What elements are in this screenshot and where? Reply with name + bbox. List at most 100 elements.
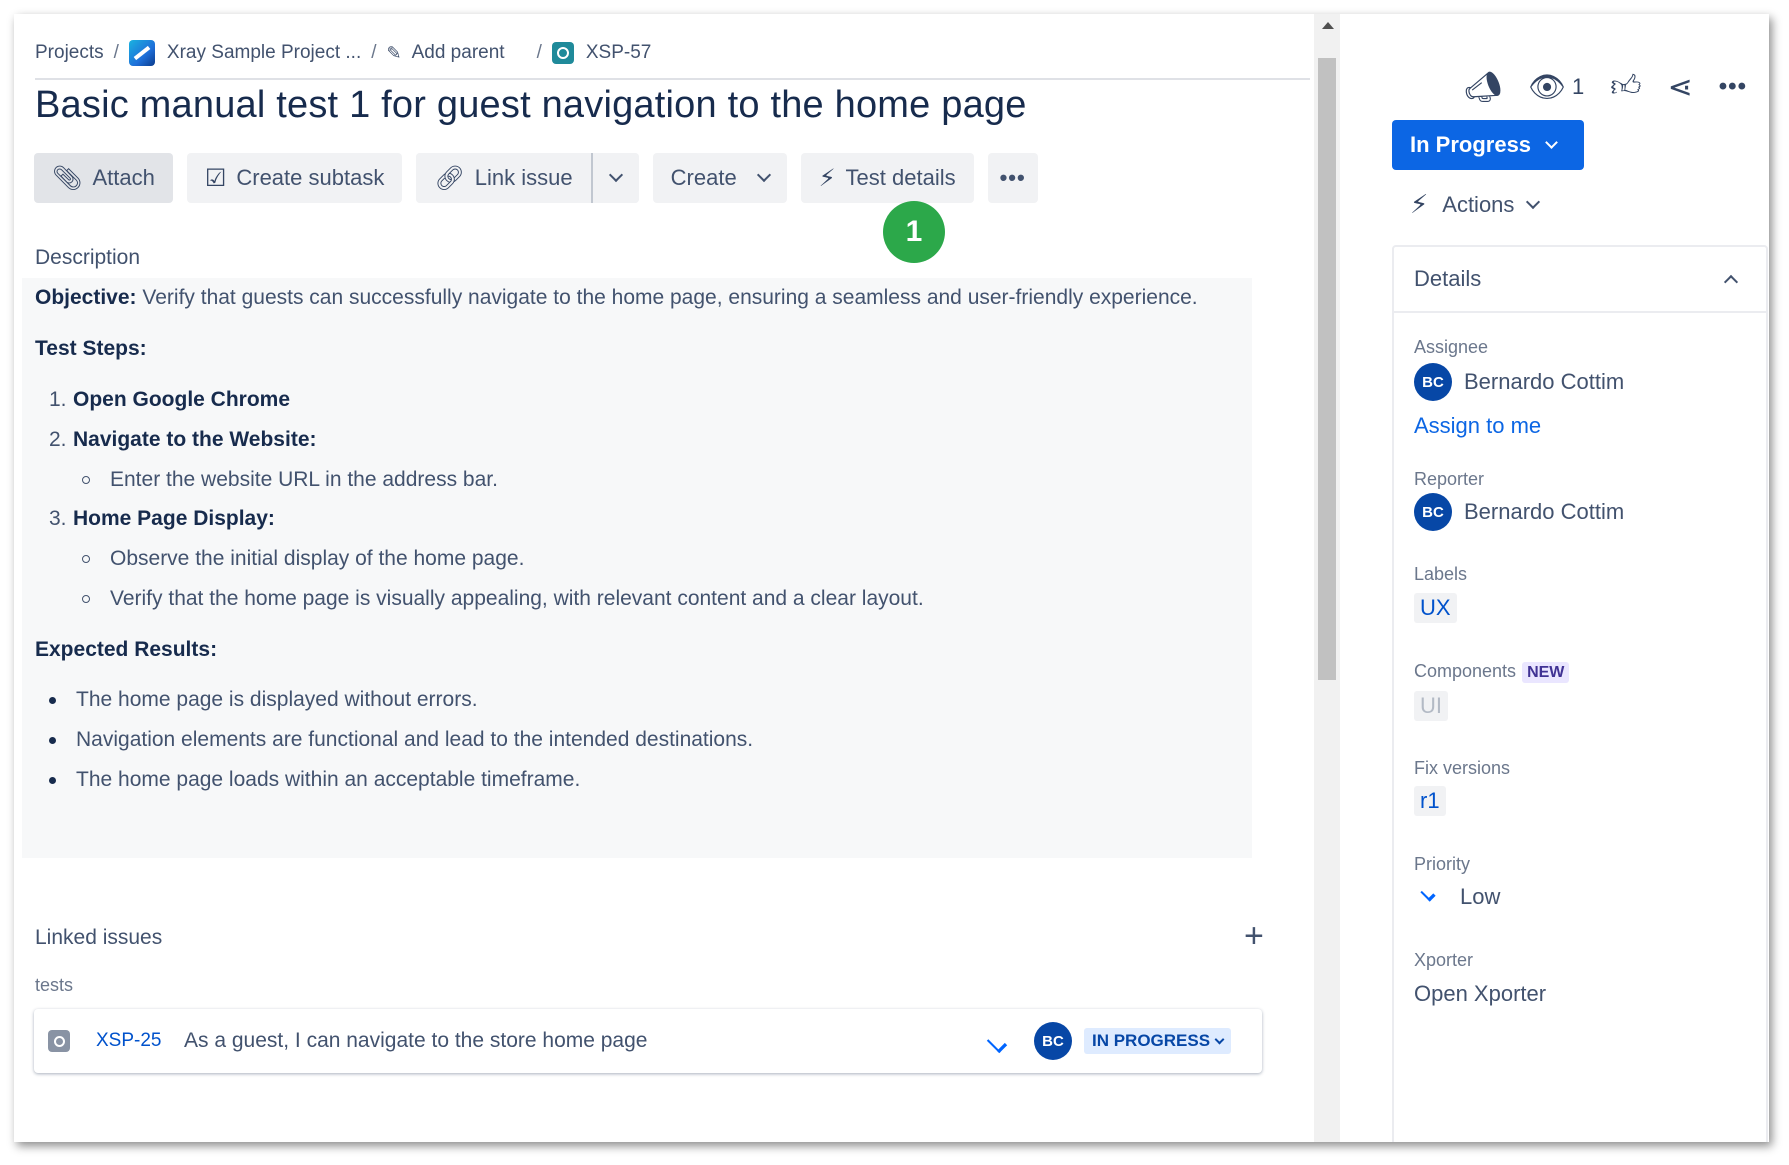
step-text: Home Page Display: [73, 507, 275, 530]
fix-version-tag[interactable]: r1 [1414, 786, 1446, 816]
assignee-field[interactable]: BC Bernardo Cottim [1414, 363, 1624, 401]
link-relation-label: tests [35, 975, 74, 995]
linked-issue-summary[interactable]: As a guest, I can navigate to the store … [184, 1029, 647, 1053]
add-parent-link[interactable]: Add parent [412, 42, 505, 64]
bullet-disc-icon [49, 776, 56, 784]
more-dots-icon[interactable]: ••• [1719, 73, 1747, 101]
watch-count: 1 [1572, 74, 1585, 99]
breadcrumb-separator: / [536, 42, 542, 63]
scroll-thumb[interactable] [1318, 58, 1336, 680]
add-linked-issue-plus-icon[interactable]: + [1244, 919, 1264, 953]
expected-item: Navigation elements are functional and l… [49, 728, 753, 752]
issue-title[interactable]: Basic manual test 1 for guest navigation… [35, 84, 1027, 127]
assignee-label: Assignee [1414, 337, 1489, 357]
priority-field[interactable]: Low [1414, 884, 1500, 910]
labels-field[interactable]: UX [1414, 593, 1457, 623]
actions-dropdown[interactable]: ⚡︎ Actions [1410, 189, 1541, 220]
main-scrollbar[interactable] [1314, 14, 1340, 1142]
objective-label: Objective: [35, 286, 137, 309]
paperclip-icon: 📎︎ [52, 164, 83, 192]
expected-heading-text: Expected Results: [35, 638, 218, 661]
sidebar-icon-bar: 📣︎ 👁︎ 1 👍︎ ⋖ ••• [1464, 69, 1747, 105]
lightning-icon: ⚡︎ [818, 164, 836, 192]
details-title: Details [1414, 266, 1482, 291]
thumbs-up-icon[interactable]: 👍︎ [1610, 69, 1641, 105]
chevron-up-icon[interactable] [1723, 274, 1739, 290]
linked-issue-key[interactable]: XSP-25 [96, 1030, 161, 1052]
step-item: 3. Home Page Display: [49, 507, 275, 531]
lightning-icon: ⚡︎ [1410, 189, 1429, 219]
more-actions-button[interactable]: ••• [987, 153, 1038, 203]
substep-text: Observe the initial display of the home … [110, 547, 525, 570]
breadcrumb-issue-key[interactable]: XSP-57 [586, 42, 651, 64]
label-tag[interactable]: UX [1414, 593, 1457, 623]
reporter-field[interactable]: BC Bernardo Cottim [1414, 493, 1624, 531]
link-issue-dropdown-button[interactable] [592, 153, 639, 203]
more-dots-icon: ••• [999, 165, 1026, 190]
issue-sidebar: 📣︎ 👁︎ 1 👍︎ ⋖ ••• In Progress ⚡︎ Actions … [1340, 14, 1769, 1142]
create-subtask-button[interactable]: ☑ Create subtask [186, 153, 403, 203]
linked-issue-status-dropdown[interactable]: IN PROGRESS [1084, 1028, 1232, 1054]
components-label: Components [1414, 661, 1517, 681]
step-marker-badge: 1 [883, 201, 945, 263]
link-issue-label: Link issue [474, 165, 573, 190]
assignee-avatar[interactable]: BC [1034, 1022, 1072, 1060]
test-issue-type-icon [551, 42, 574, 64]
assign-to-me-link[interactable]: Assign to me [1414, 413, 1541, 439]
details-header[interactable]: Details [1394, 247, 1766, 313]
test-issue-type-icon [48, 1030, 70, 1052]
new-badge: NEW [1522, 662, 1570, 683]
fix-versions-label: Fix versions [1414, 758, 1511, 778]
linked-issues-heading: Linked issues [35, 926, 163, 949]
priority-label: Priority [1414, 854, 1471, 874]
share-icon[interactable]: ⋖ [1668, 70, 1693, 105]
open-xporter-link[interactable]: Open Xporter [1414, 981, 1546, 1007]
chevron-down-icon [608, 167, 623, 183]
create-button[interactable]: Create [652, 153, 787, 203]
step-item: 1. Open Google Chrome [49, 388, 290, 412]
reporter-avatar: BC [1414, 493, 1452, 531]
bullet-circle-icon [82, 476, 90, 485]
reporter-name: Bernardo Cottim [1464, 499, 1625, 524]
expected-text: The home page is displayed without error… [76, 688, 478, 711]
header-divider [35, 78, 1310, 80]
substep-item: Verify that the home page is visually ap… [82, 587, 924, 611]
xporter-label: Xporter [1414, 950, 1474, 970]
expected-heading: Expected Results: [35, 638, 217, 662]
description-content[interactable]: Objective: Verify that guests can succes… [22, 278, 1252, 858]
breadcrumb-separator: / [113, 42, 119, 63]
components-label-row: Components NEW [1414, 661, 1570, 683]
breadcrumb-separator: / [371, 42, 377, 63]
link-issue-button[interactable]: 🔗︎ Link issue [416, 153, 591, 203]
status-dropdown-button[interactable]: In Progress [1392, 120, 1584, 170]
steps-heading-text: Test Steps: [35, 337, 147, 360]
scroll-up-arrow-icon[interactable] [1322, 22, 1334, 29]
test-details-button[interactable]: ⚡︎ Test details [800, 153, 974, 203]
attach-button[interactable]: 📎︎ Attach [34, 153, 173, 203]
substep-text: Enter the website URL in the address bar… [110, 468, 498, 491]
objective-line: Objective: Verify that guests can succes… [35, 286, 1198, 310]
breadcrumb-project[interactable]: Xray Sample Project ... [167, 42, 361, 64]
assignee-name: Bernardo Cottim [1464, 369, 1625, 394]
project-avatar-icon [128, 40, 155, 66]
assignee-avatar: BC [1414, 363, 1452, 401]
step-text: Navigate to the Website: [73, 428, 317, 451]
components-field[interactable]: UI [1414, 691, 1448, 721]
issue-view-window: Projects / Xray Sample Project ... / ✎ A… [14, 14, 1769, 1142]
expected-text: The home page loads within an acceptable… [76, 768, 581, 791]
step-number: 2. [49, 428, 67, 451]
details-panel: Details Assignee BC Bernardo Cottim Assi… [1392, 245, 1768, 1142]
subtask-icon: ☑ [204, 164, 227, 192]
megaphone-icon[interactable]: 📣︎ [1464, 70, 1502, 105]
priority-value: Low [1460, 884, 1501, 909]
component-tag[interactable]: UI [1414, 691, 1448, 721]
fix-versions-field[interactable]: r1 [1414, 786, 1446, 816]
breadcrumb-projects[interactable]: Projects [35, 42, 104, 64]
issue-main-panel: Projects / Xray Sample Project ... / ✎ A… [14, 14, 1314, 1142]
expected-text: Navigation elements are functional and l… [76, 728, 754, 751]
chevron-down-icon [1526, 194, 1541, 209]
linked-issue-row[interactable]: XSP-25 As a guest, I can navigate to the… [34, 1009, 1262, 1073]
step-item: 2. Navigate to the Website: [49, 428, 317, 452]
watch-eye-icon[interactable]: 👁︎ [1528, 70, 1566, 105]
reporter-label: Reporter [1414, 469, 1485, 489]
